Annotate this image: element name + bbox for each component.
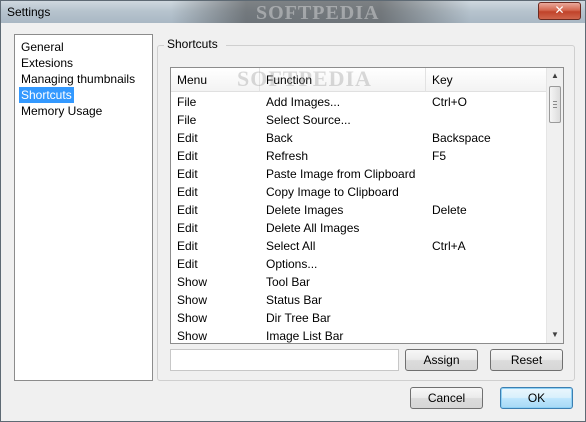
table-row[interactable]: Edit Options... <box>171 255 547 273</box>
row-menu-cell: Edit <box>177 257 198 271</box>
nav-item-general[interactable]: General <box>19 39 66 55</box>
row-key-cell: Backspace <box>432 131 491 145</box>
window-title: Settings <box>7 5 51 19</box>
row-function-cell: Add Images... <box>266 95 341 109</box>
row-function-cell: Select Source... <box>266 113 351 127</box>
nav-item-extensions[interactable]: Extesions <box>19 55 75 71</box>
row-key-cell: Delete <box>432 203 467 217</box>
row-menu-cell: Show <box>177 293 208 307</box>
table-row[interactable]: File Select Source... <box>171 111 547 129</box>
row-menu-cell: Edit <box>177 149 198 163</box>
row-menu-cell: Show <box>177 329 208 343</box>
row-function-cell: Paste Image from Clipboard <box>266 167 416 181</box>
assign-button[interactable]: Assign <box>405 349 478 371</box>
table-row[interactable]: Show Tool Bar <box>171 273 547 291</box>
ok-button[interactable]: OK <box>500 387 573 409</box>
row-menu-cell: File <box>177 95 197 109</box>
nav-item-shortcuts[interactable]: Shortcuts <box>19 87 74 103</box>
row-menu-cell: Show <box>177 275 208 289</box>
row-menu-cell: Edit <box>177 239 198 253</box>
reset-button[interactable]: Reset <box>490 349 563 371</box>
settings-category-list[interactable]: General Extesions Managing thumbnails Sh… <box>14 34 153 381</box>
scroll-up-arrow-icon[interactable]: ▲ <box>547 68 563 84</box>
row-menu-cell: Edit <box>177 221 198 235</box>
row-menu-cell: Edit <box>177 167 198 181</box>
shortcut-key-input[interactable] <box>170 349 399 371</box>
row-function-cell: Delete All Images <box>266 221 360 235</box>
row-key-cell: F5 <box>432 149 447 163</box>
row-key-cell: Ctrl+O <box>432 95 468 109</box>
table-row[interactable]: Edit Delete Images Delete <box>171 201 547 219</box>
row-menu-cell: File <box>177 113 197 127</box>
vertical-scrollbar[interactable]: ▲ ▼ <box>546 68 563 343</box>
nav-item-managing-thumbnails[interactable]: Managing thumbnails <box>19 71 137 87</box>
close-icon: ✕ <box>554 3 565 17</box>
settings-dialog: SOFTPEDIA Settings ✕ General Extesions M… <box>0 0 586 422</box>
grip-line <box>553 107 557 108</box>
table-row[interactable]: File Add Images... Ctrl+O <box>171 93 547 111</box>
table-row[interactable]: Edit Delete All Images <box>171 219 547 237</box>
row-function-cell: Status Bar <box>266 293 323 307</box>
table-row[interactable]: Edit Copy Image to Clipboard <box>171 183 547 201</box>
row-function-cell: Image List Bar <box>266 329 344 343</box>
table-row[interactable]: Edit Refresh F5 <box>171 147 547 165</box>
table-row[interactable]: Edit Paste Image from Clipboard <box>171 165 547 183</box>
row-menu-cell: Edit <box>177 185 198 199</box>
row-function-cell: Refresh <box>266 149 309 163</box>
table-row[interactable]: Edit Select All Ctrl+A <box>171 237 547 255</box>
row-key-cell: Ctrl+A <box>432 239 466 253</box>
table-row[interactable]: Show Dir Tree Bar <box>171 309 547 327</box>
row-function-cell: Select All <box>266 239 316 253</box>
shortcuts-table[interactable]: Menu Function Key SOFTPEDIA File Add Imag… <box>170 67 564 344</box>
row-function-cell: Options... <box>266 257 318 271</box>
grip-line <box>553 101 557 102</box>
row-menu-cell: Edit <box>177 131 198 145</box>
cancel-button[interactable]: Cancel <box>410 387 483 409</box>
table-watermark: SOFTPEDIA <box>237 67 372 91</box>
row-menu-cell: Show <box>177 311 208 325</box>
table-row[interactable]: Edit Back Backspace <box>171 129 547 147</box>
table-body: File Add Images... Ctrl+O File Select Source… <box>171 93 547 343</box>
row-menu-cell: Edit <box>177 203 198 217</box>
row-function-cell: Delete Images <box>266 203 344 217</box>
title-bar[interactable]: SOFTPEDIA Settings ✕ <box>1 1 585 23</box>
close-button[interactable]: ✕ <box>538 2 581 20</box>
shortcuts-group-title: Shortcuts <box>167 37 218 51</box>
row-function-cell: Copy Image to Clipboard <box>266 185 399 199</box>
row-function-cell: Dir Tree Bar <box>266 311 331 325</box>
table-row[interactable]: Show Image List Bar <box>171 327 547 343</box>
row-function-cell: Back <box>266 131 293 145</box>
column-header-key[interactable]: Key <box>426 68 547 92</box>
table-row[interactable]: Show Status Bar <box>171 291 547 309</box>
scroll-down-arrow-icon[interactable]: ▼ <box>547 327 563 343</box>
scrollbar-thumb[interactable] <box>549 86 561 123</box>
grip-line <box>553 104 557 105</box>
title-watermark: SOFTPEDIA <box>256 2 380 23</box>
table-header: Menu Function Key SOFTPEDIA <box>171 68 547 92</box>
row-function-cell: Tool Bar <box>266 275 311 289</box>
nav-item-memory-usage[interactable]: Memory Usage <box>19 103 104 119</box>
